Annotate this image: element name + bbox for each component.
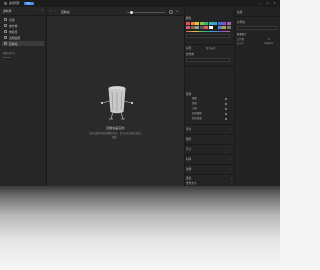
shape-option[interactable]: 超高竖图 (192, 117, 202, 121)
info-folder-label: 文件夹 (237, 21, 245, 24)
info-stats-label: 数量统计 (237, 33, 247, 36)
close-icon[interactable]: ✕ (273, 2, 276, 5)
slider-handle[interactable] (130, 10, 133, 14)
smart-folders-label: 智能文件夹 (3, 52, 15, 55)
info-panel-title: 信息 (237, 10, 243, 14)
color-filter-label: 颜色 (186, 17, 192, 20)
filter-icon[interactable]: ≡ (176, 10, 180, 13)
clock-icon (4, 36, 7, 39)
chevron-right-icon: › (230, 137, 232, 141)
tag-filter-label: 标签 (186, 47, 192, 50)
tag-filter-value[interactable]: 所有标签 (206, 47, 216, 51)
color-palette (186, 22, 232, 30)
app-logo (4, 2, 7, 5)
shape-option[interactable]: 横图 (192, 97, 197, 101)
checkbox[interactable] (225, 103, 227, 105)
title-bar (0, 0, 280, 7)
sidebar-add-icon[interactable]: + (41, 9, 44, 12)
sidebar-item-trash[interactable]: 回收站 (2, 41, 44, 46)
maximize-icon[interactable]: □ (266, 2, 269, 5)
shape-option[interactable]: 竖图 (192, 102, 197, 106)
trash-can-icon (97, 84, 137, 123)
chevron-right-icon: › (230, 176, 232, 180)
divider (184, 154, 234, 155)
divider (184, 144, 234, 145)
hue-slider[interactable] (186, 31, 230, 32)
divider (184, 164, 234, 165)
divider (184, 174, 234, 175)
color-hex-field[interactable] (186, 34, 230, 38)
sidebar-header-label: 资料库 (3, 9, 12, 13)
chevron-right-icon: › (230, 157, 232, 161)
type-filter-label: 类型 (186, 137, 192, 141)
sidebar-divider (3, 57, 11, 58)
sidebar-item-label: 全部 (9, 17, 15, 22)
date-filter-label: 时间 (186, 157, 192, 161)
notes-filter-label: 注释 (186, 167, 192, 171)
folder-name-field[interactable] (237, 26, 277, 30)
size-filter-label: 尺寸 (186, 147, 192, 151)
rating-filter-section[interactable]: 评分 › (186, 127, 232, 132)
import-button[interactable]: 导入 (24, 2, 34, 5)
app-window: 素材管理 导入 — □ ✕ 资料库 ‹ + 全部 未分类 未标签 近期使用 回收… (0, 0, 280, 186)
rating-filter-label: 评分 (186, 127, 192, 131)
notes-filter-section[interactable]: 注释 › (186, 167, 232, 172)
minimize-icon[interactable]: — (259, 2, 262, 5)
chevron-down-icon: ⌄ (229, 92, 232, 96)
sidebar-item-label: 回收站 (9, 41, 18, 46)
folder-filter-label: 文件夹 (186, 53, 194, 56)
total-size-label: 总大小 (237, 42, 245, 45)
divider (184, 124, 234, 125)
checkbox[interactable] (225, 118, 227, 120)
divider (184, 44, 234, 45)
forward-icon[interactable]: › (55, 9, 58, 13)
sidebar-item-untagged[interactable]: 未标签 (2, 29, 44, 34)
divider (184, 66, 234, 67)
search-icon[interactable] (169, 9, 173, 14)
empty-state-description: 删除。 (112, 136, 119, 139)
size-filter-section[interactable]: 尺寸 › (186, 147, 232, 152)
sidebar-item-label: 未标签 (9, 29, 18, 34)
divider (234, 16, 280, 17)
link-filter-label: 链接 (186, 176, 192, 180)
page-title: 回收站 (61, 10, 70, 14)
chevron-right-icon: › (230, 181, 232, 185)
folder-filter-field[interactable] (186, 58, 230, 62)
filesize-filter-label: 文件大小 (186, 181, 197, 185)
screen-reflection (0, 186, 280, 270)
inbox-icon (4, 24, 7, 27)
checkbox[interactable] (225, 108, 227, 110)
sidebar-item-uncategorized[interactable]: 未分类 (2, 23, 44, 28)
divider (184, 134, 234, 135)
color-swatch[interactable] (226, 22, 231, 26)
empty-state-title: 回收站是空的 (106, 126, 125, 130)
chevron-right-icon: › (230, 147, 232, 151)
total-size-value: 0 Bytes (264, 42, 273, 45)
type-filter-section[interactable]: 类型 › (186, 137, 232, 142)
sidebar-item-label: 未分类 (9, 23, 18, 28)
sidebar-item-all[interactable]: 全部 (2, 17, 44, 22)
shape-filter-label: 形状 (186, 92, 192, 96)
shape-option[interactable]: 超宽横图 (192, 112, 202, 116)
trash-icon (4, 42, 7, 45)
back-icon[interactable]: ‹ (50, 9, 53, 13)
date-filter-section[interactable]: 时间 › (186, 157, 232, 162)
sidebar-item-recent[interactable]: 近期使用 (2, 35, 44, 40)
chevron-right-icon: › (230, 167, 232, 171)
color-swatch[interactable] (226, 26, 231, 30)
shape-option[interactable]: 方图 (192, 107, 197, 111)
chevron-right-icon: › (230, 127, 232, 131)
sidebar-toggle-icon[interactable]: ‹ (36, 9, 39, 12)
app-title: 素材管理 (9, 1, 20, 5)
checkbox[interactable] (225, 98, 227, 100)
tag-icon (4, 30, 7, 33)
grid-icon (4, 18, 7, 21)
checkbox[interactable] (225, 113, 227, 115)
sidebar-item-label: 近期使用 (9, 35, 21, 40)
